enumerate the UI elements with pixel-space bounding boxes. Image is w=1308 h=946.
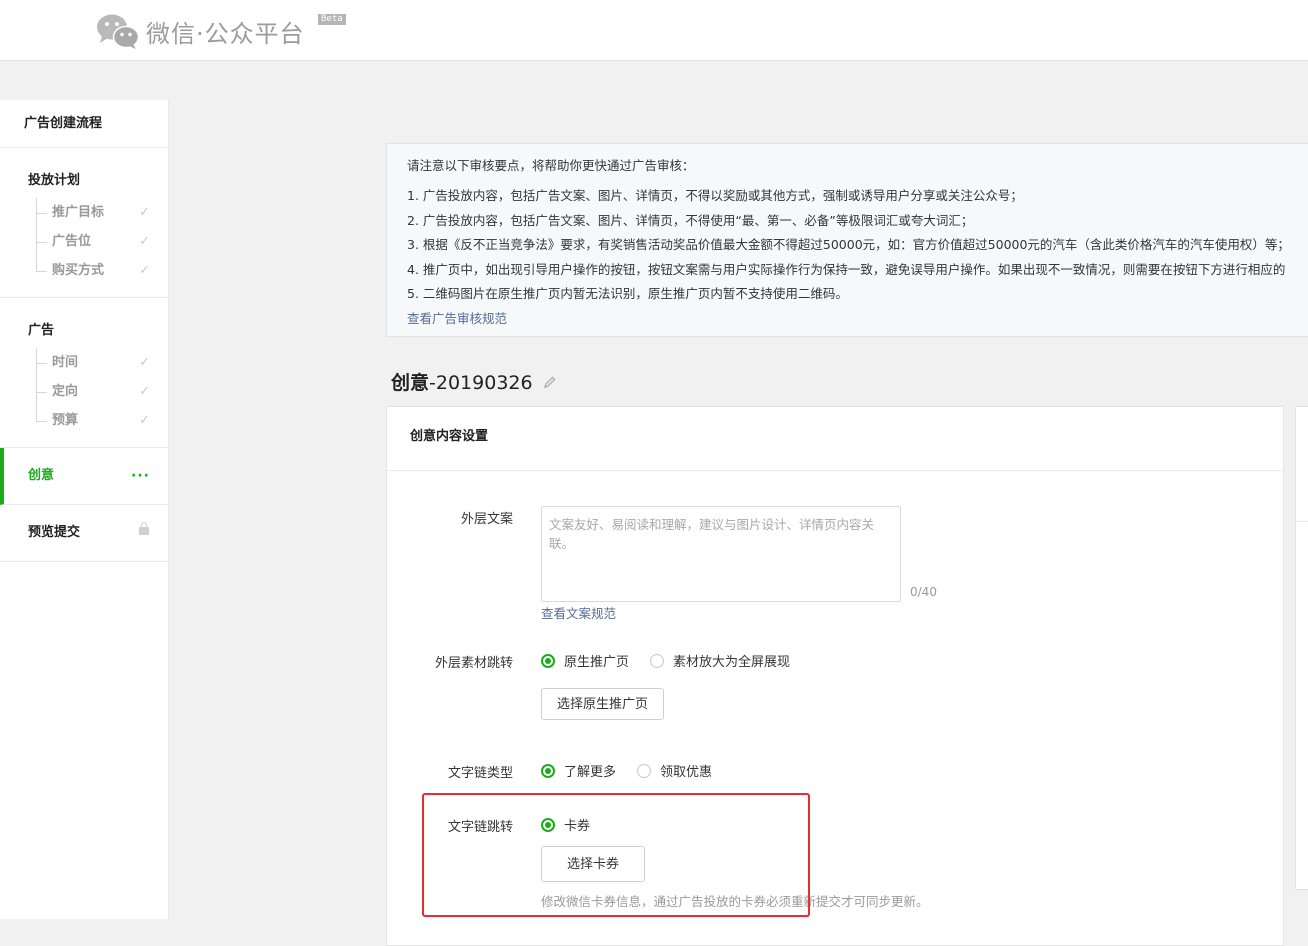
creative-title: 创意-20190326 [391, 368, 533, 395]
sidebar-item-budget[interactable]: 预算 ✓ [0, 406, 168, 435]
check-icon: ✓ [139, 205, 150, 220]
tree-line [36, 377, 47, 406]
sidebar-group-ad: 广告 时间 ✓ 定向 ✓ 预算 ✓ [0, 298, 168, 448]
sidebar-item-placement[interactable]: 广告位 ✓ [0, 227, 168, 256]
outer-copy-label: 外层文案 [460, 512, 513, 527]
copy-rules-link[interactable]: 查看文案规范 [541, 603, 616, 622]
radio-dot [650, 653, 664, 668]
sidebar-item-label: 购买方式 [52, 263, 105, 278]
creative-name: -20190326 [429, 372, 533, 394]
notice-item: 5. 二维码图片在原生推广页内暂无法识别，原生推广页内暂不支持使用二维码。 [407, 286, 848, 301]
radio-dot [637, 763, 651, 778]
sidebar-item-label: 创意 [28, 468, 55, 483]
radio-fullscreen[interactable]: 素材放大为全屏展现 [650, 651, 790, 670]
sidebar-item-submit[interactable]: 预览提交 [0, 505, 168, 562]
check-icon: ✓ [139, 355, 150, 370]
sidebar-item-label: 推广目标 [52, 205, 105, 220]
radio-label: 了解更多 [564, 765, 617, 780]
top-bar: 微信·公众平台 Beta [0, 0, 1308, 61]
radio-native-page[interactable]: 原生推广页 [541, 651, 629, 670]
radio-label: 领取优惠 [660, 765, 713, 780]
logo[interactable]: 微信·公众平台 [96, 12, 305, 50]
sidebar-item-plan[interactable]: 投放计划 [0, 164, 168, 198]
lock-icon [139, 522, 149, 535]
tree-line [36, 256, 47, 272]
sidebar: 广告创建流程 投放计划 推广目标 ✓ 广告位 ✓ 购买方式 ✓ 广告 时间 ✓ … [0, 100, 169, 919]
radio-dot [541, 763, 555, 778]
radio-label: 原生推广页 [564, 655, 630, 670]
review-notice: 请注意以下审核要点，将帮助你更快通过广告审核： 1. 广告投放内容，包括广告文案… [386, 143, 1308, 337]
tree-line [36, 348, 47, 377]
more-dots-icon: ··· [131, 468, 150, 484]
sidebar-item-label: 时间 [52, 355, 79, 370]
creative-title-label: 创意 [391, 372, 430, 394]
notice-item: 2. 广告投放内容，包括广告文案、图片、详情页，不得使用“最、第一、必备”等极限… [407, 212, 974, 228]
char-counter: 0/40 [910, 585, 937, 599]
text-link-type-label: 文字链类型 [447, 766, 513, 781]
sidebar-item-label: 定向 [52, 384, 79, 399]
wechat-icon [96, 12, 140, 50]
logo-text: 微信·公众平台 [146, 19, 305, 48]
notice-item: 3. 根据《反不正当竞争法》要求，有奖销售活动奖品价值最大金额不得超过50000… [407, 237, 1290, 252]
sidebar-item-label: 预览提交 [28, 525, 81, 540]
sidebar-item-label: 预算 [52, 413, 79, 428]
sidebar-title: 广告创建流程 [0, 100, 168, 148]
review-rules-link[interactable]: 查看广告审核规范 [407, 311, 507, 326]
radio-get-discount[interactable]: 领取优惠 [637, 761, 712, 780]
notice-item: 4. 推广页中，如出现引导用户操作的按钮，按钮文案需与用户实际操作行为保持一致，… [407, 261, 1286, 277]
sidebar-item-ad[interactable]: 广告 [0, 314, 168, 348]
select-native-page-button[interactable]: 选择原生推广页 [541, 688, 664, 720]
pencil-icon[interactable] [543, 374, 557, 393]
sidebar-item-goal[interactable]: 推广目标 ✓ [0, 198, 168, 227]
radio-dot [541, 653, 555, 668]
side-panel [1295, 406, 1308, 890]
outer-jump-label: 外层素材跳转 [434, 656, 513, 671]
check-icon: ✓ [139, 413, 150, 428]
notice-item: 1. 广告投放内容，包括广告文案、图片、详情页，不得以奖励或其他方式，强制或诱导… [407, 188, 1023, 203]
sidebar-item-creative[interactable]: 创意 ··· [0, 448, 168, 505]
outer-copy-input[interactable] [541, 506, 901, 602]
tree-line [36, 198, 47, 227]
beta-badge: Beta [318, 14, 346, 25]
tree-line [36, 406, 47, 422]
check-icon: ✓ [139, 384, 150, 399]
radio-label: 素材放大为全屏展现 [673, 655, 791, 670]
notice-lead: 请注意以下审核要点，将帮助你更快通过广告审核： [407, 158, 695, 173]
sidebar-item-buying[interactable]: 购买方式 ✓ [0, 256, 168, 285]
sidebar-group-plan: 投放计划 推广目标 ✓ 广告位 ✓ 购买方式 ✓ [0, 148, 168, 298]
section-title: 创意内容设置 [387, 407, 1283, 471]
radio-learn-more[interactable]: 了解更多 [541, 761, 616, 780]
sidebar-item-targeting[interactable]: 定向 ✓ [0, 377, 168, 406]
tree-line [36, 227, 47, 256]
sidebar-item-time[interactable]: 时间 ✓ [0, 348, 168, 377]
sidebar-item-label: 广告位 [52, 234, 92, 249]
check-icon: ✓ [139, 234, 150, 249]
check-icon: ✓ [139, 263, 150, 278]
highlight-box [422, 793, 810, 917]
